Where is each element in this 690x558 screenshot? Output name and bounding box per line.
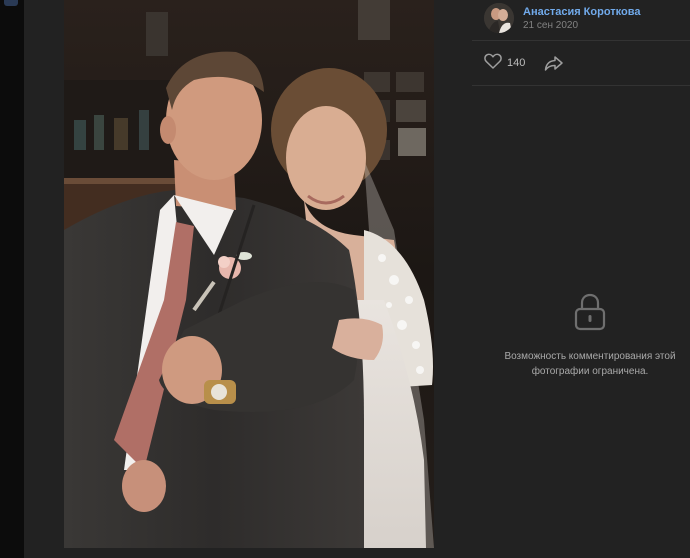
- viewer-left-margin: [0, 0, 24, 558]
- comments-restricted-notice: Возможность комментирования этой фотогра…: [472, 292, 690, 379]
- comments-restricted-text: Возможность комментирования этой фотогра…: [504, 351, 676, 377]
- wedding-photo[interactable]: [64, 0, 434, 548]
- share-button[interactable]: [544, 54, 564, 72]
- post-date: 21 сен 2020: [523, 20, 579, 31]
- heart-outline-icon: [484, 53, 502, 74]
- photo-viewer: Анастасия Короткова 21 сен 2020 140 Возм…: [0, 0, 690, 558]
- post-actions: 140: [472, 41, 690, 86]
- author-block: Анастасия Короткова 21 сен 2020: [472, 0, 690, 41]
- share-arrow-icon: [544, 56, 564, 76]
- avatar[interactable]: [484, 3, 514, 33]
- like-count: 140: [507, 57, 526, 69]
- like-button[interactable]: 140: [484, 53, 526, 74]
- side-panel: Анастасия Короткова 21 сен 2020 140 Возм…: [472, 0, 690, 558]
- author-name-link[interactable]: Анастасия Короткова: [523, 6, 640, 18]
- photo-area: [24, 0, 472, 558]
- corner-button[interactable]: [4, 0, 18, 6]
- lock-icon: [573, 292, 607, 332]
